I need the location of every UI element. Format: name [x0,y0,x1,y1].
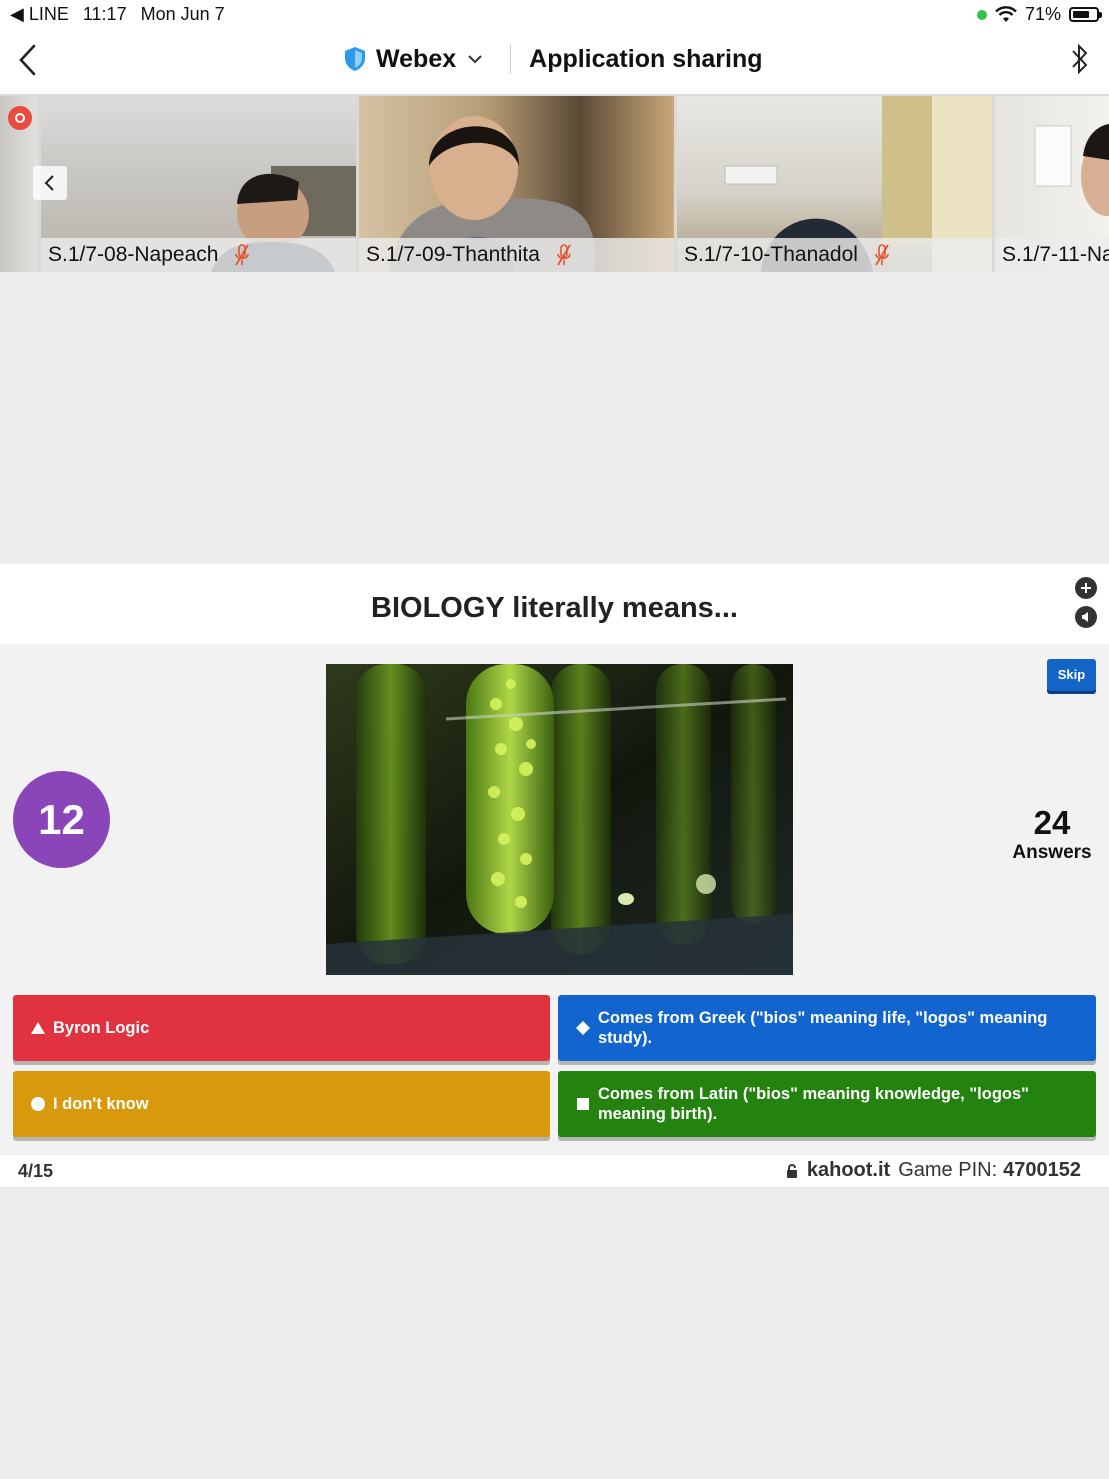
diamond-icon [568,1020,598,1036]
question-text: BIOLOGY literally means... [371,592,738,624]
answer-text: Comes from Latin ("bios" meaning knowled… [598,1085,1029,1123]
participant-tile[interactable]: S.1/7-08-Napeach [41,96,356,272]
speaker-icon [1082,612,1088,622]
answer-option-circle[interactable]: I don't know [13,1071,550,1137]
battery-icon [1069,7,1102,22]
participant-name: S.1/7-08-Napeach [48,243,219,266]
status-date: Mon Jun 7 [140,4,225,24]
answer-text: Byron Logic [53,1019,150,1037]
back-to-app-link[interactable]: ◀ LINE [10,4,69,25]
participant-tile[interactable]: S.1/7-11-Na [995,96,1109,272]
game-pin-value: 4700152 [1003,1159,1081,1181]
triangle-icon [23,1021,53,1035]
skip-button[interactable]: Skip [1047,659,1096,691]
status-bar: ◀ LINE 11:17 Mon Jun 7 71% [0,0,1109,30]
participant-name: S.1/7-10-Thanadol [684,243,858,266]
question-header: BIOLOGY literally means... [0,564,1109,644]
answer-option-square[interactable]: Comes from Latin ("bios" meaning knowled… [558,1071,1096,1137]
fullscreen-button[interactable] [1075,577,1097,599]
page-title: Application sharing [529,44,763,73]
game-pin-info: kahoot.it Game PIN: 4700152 [785,1159,1081,1182]
battery-percent: 71% [1024,4,1061,24]
divider [510,44,512,74]
camera-in-use-indicator-icon [976,9,987,20]
recording-icon [8,106,32,130]
participant-tile[interactable]: S.1/7-09-Thanthita [359,96,674,272]
question-image [326,664,793,975]
participant-name-bar: S.1/7-10-Thanadol [677,238,992,272]
bluetooth-icon[interactable] [1069,42,1091,76]
answer-option-triangle[interactable]: Byron Logic [13,995,550,1061]
answer-text: I don't know [53,1095,149,1113]
lock-icon [786,1163,797,1178]
game-footer: 4/15 kahoot.it Game PIN: 4700152 [0,1155,1109,1187]
app-switcher-label[interactable]: Webex [376,45,456,74]
answer-option-diamond[interactable]: Comes from Greek ("bios" meaning life, "… [558,995,1096,1061]
chevron-left-icon [44,175,54,191]
participant-name: S.1/7-11-Na [1002,243,1109,266]
sound-button[interactable] [1075,606,1097,628]
chevron-down-icon[interactable] [466,53,484,65]
status-time: 11:17 [82,4,127,24]
microphone-muted-icon [235,244,250,266]
game-pin-label: Game PIN: [898,1159,998,1181]
navigation-bar: Webex Application sharing [0,30,1109,96]
answers-counter: 24 Answers [1000,804,1104,864]
answers-count-number: 24 [1033,804,1071,841]
participant-name: S.1/7-09-Thanthita [366,243,540,266]
circle-icon [23,1096,53,1112]
back-chevron-icon[interactable] [14,42,42,78]
test-tubes-image-icon [326,664,793,975]
strip-previous-button[interactable] [33,166,67,200]
microphone-muted-icon [556,244,571,266]
participant-name-bar: S.1/7-11-Na [995,238,1109,272]
question-body: 12 Skip 24 Answers Byron Logic Comes fro… [0,644,1109,1154]
participant-name-bar: S.1/7-09-Thanthita [359,238,674,272]
answer-text: Comes from Greek ("bios" meaning life, "… [598,1009,1048,1047]
answers-count-label: Answers [1012,842,1092,863]
wifi-icon [995,5,1017,22]
expand-icon [1081,583,1091,593]
participants-strip: S.1/7-08-Napeach S.1/7-09-Thanthita S.1/… [0,96,1109,272]
countdown-timer: 12 [13,771,110,868]
question-progress: 4/15 [18,1161,54,1181]
shield-icon [345,47,365,71]
kahoot-site: kahoot.it [806,1159,891,1181]
participant-tile[interactable]: S.1/7-10-Thanadol [677,96,992,272]
participant-name-bar: S.1/7-08-Napeach [41,238,356,272]
square-icon [568,1097,598,1111]
microphone-muted-icon [874,244,889,266]
